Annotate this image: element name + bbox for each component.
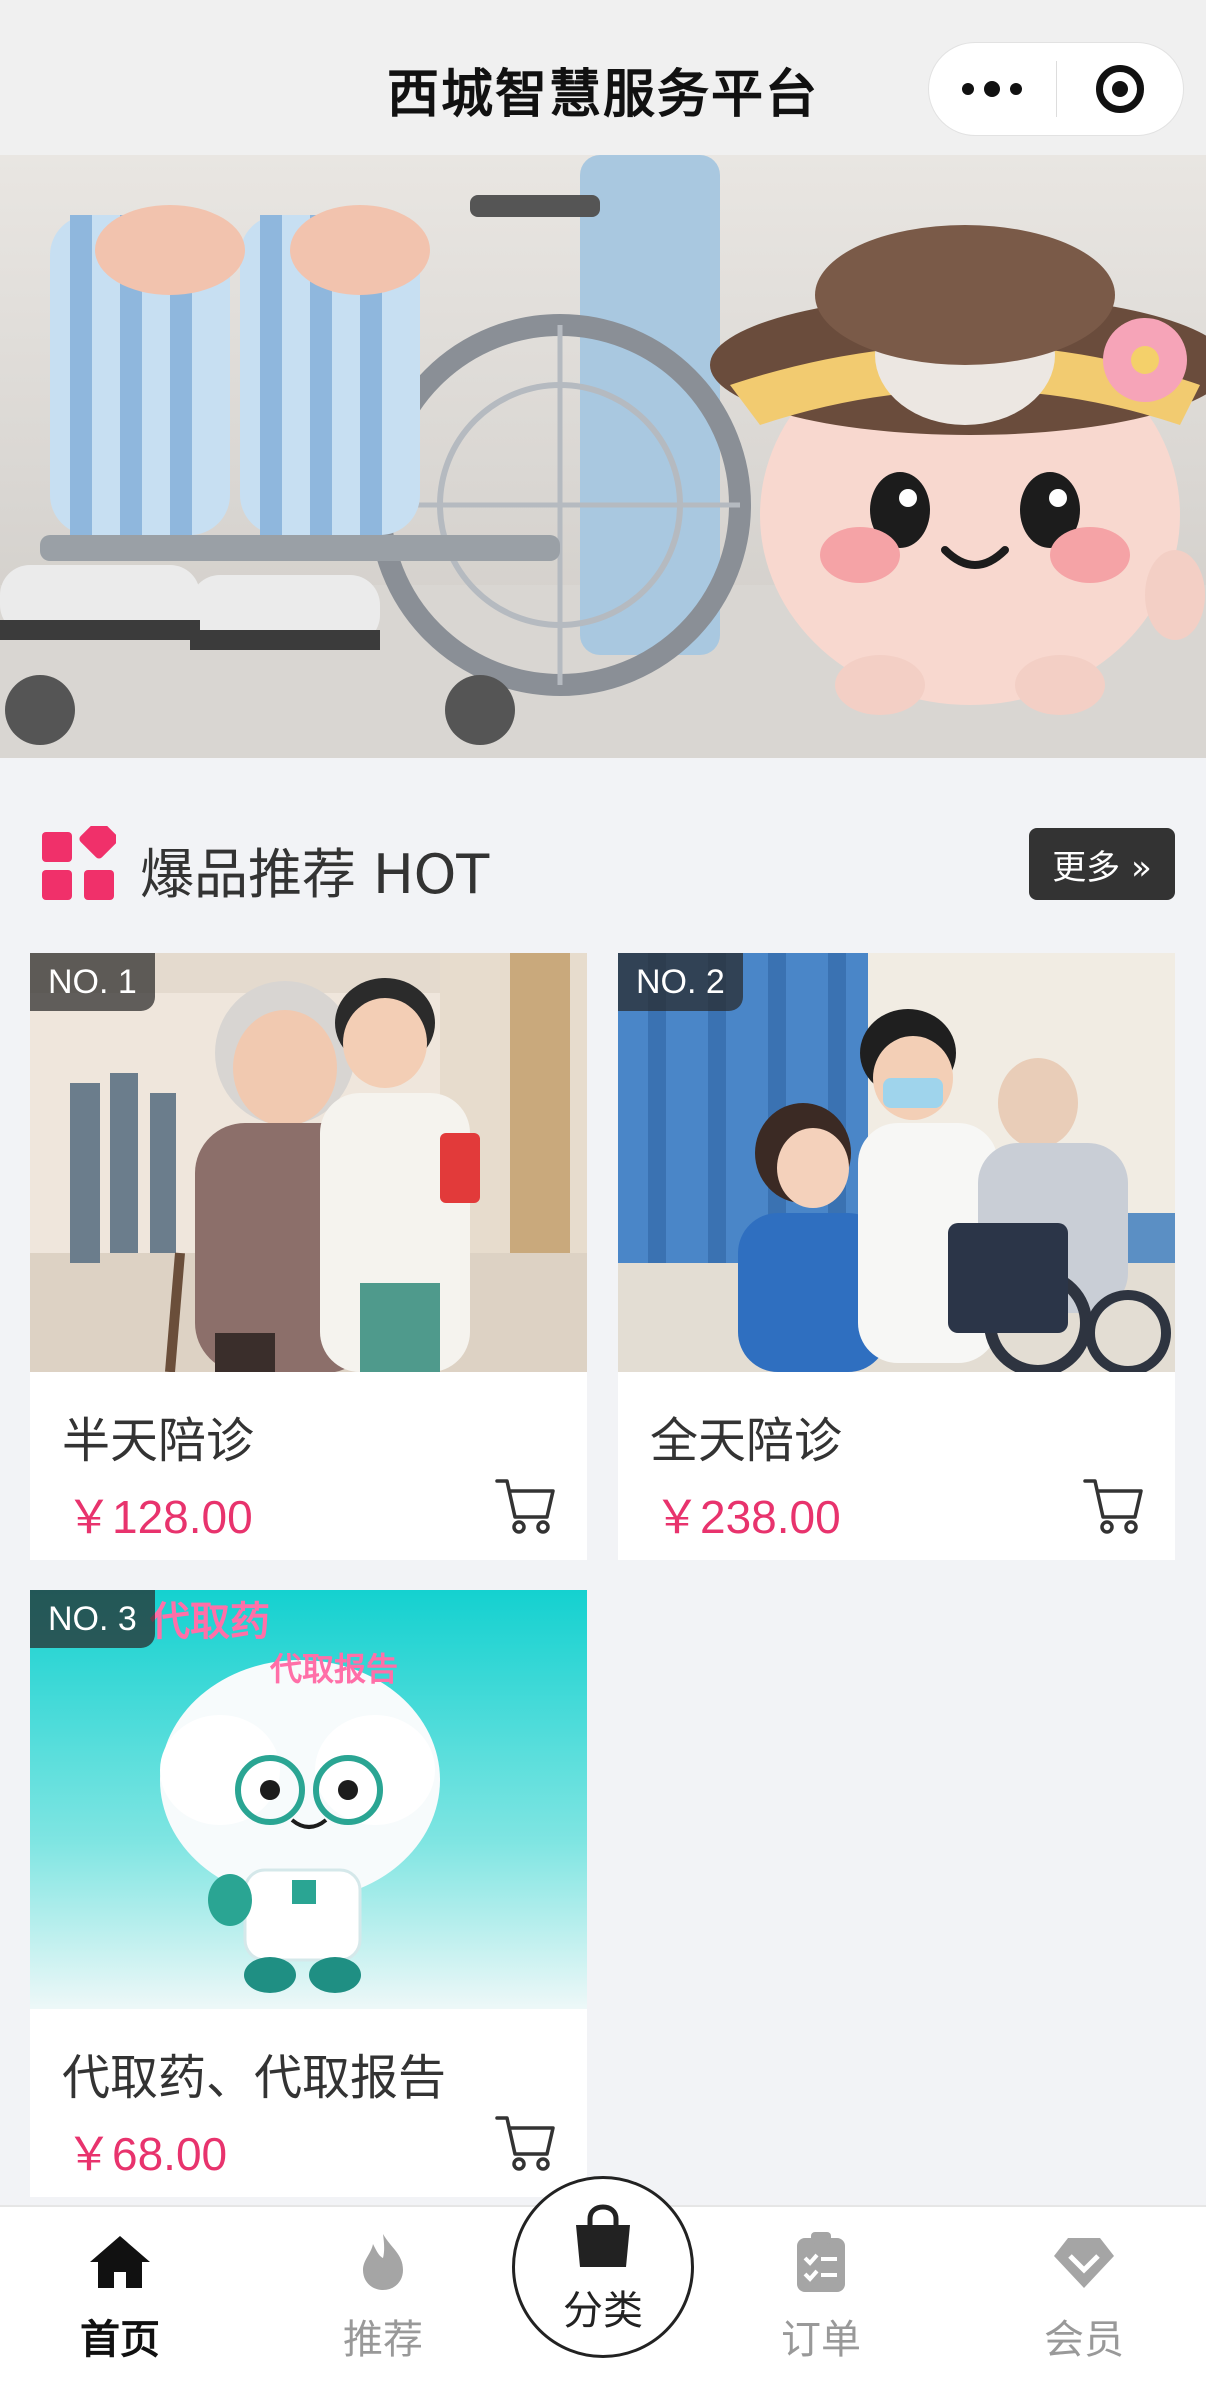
product-price: ￥128.00	[66, 1491, 253, 1543]
cart-icon[interactable]	[1081, 1473, 1147, 1539]
tab-label: 订单	[781, 2317, 861, 2363]
hero-banner[interactable]	[0, 155, 1206, 758]
home-icon	[90, 2236, 150, 2288]
image-text-1: 代取药	[149, 1599, 270, 1645]
product-price: ￥68.00	[66, 2128, 228, 2180]
product-card[interactable]: NO. 1 半天陪诊 ￥128.00	[30, 953, 587, 1560]
mini-program-capsule	[928, 42, 1184, 136]
tab-orders[interactable]: 订单	[731, 2230, 911, 2380]
banner-illustration	[0, 155, 1206, 758]
rank-badge: NO. 3	[30, 1590, 155, 1648]
tab-home[interactable]: 首页	[30, 2230, 210, 2380]
cart-icon[interactable]	[493, 2110, 559, 2176]
shopping-bag-icon	[576, 2204, 630, 2267]
more-button[interactable]: 更多 »	[1029, 828, 1175, 900]
diamond-member-icon	[1054, 2238, 1114, 2288]
product-image: 代取药 代取报告 NO. 3	[30, 1590, 587, 2009]
tab-label: 推荐	[343, 2317, 423, 2363]
product-name: 半天陪诊	[62, 1413, 255, 1469]
product-card[interactable]: NO. 2 全天陪诊 ￥238.00	[618, 953, 1175, 1560]
product-price: ￥238.00	[654, 1491, 841, 1543]
product-card[interactable]: 代取药 代取报告 NO. 3 代取药、代取报告 ￥68.00	[30, 1590, 587, 2197]
tab-recommend[interactable]: 推荐	[293, 2230, 473, 2380]
tab-label: 首页	[80, 2317, 160, 2363]
grid-category-icon	[42, 826, 116, 900]
flame-icon	[363, 2234, 403, 2290]
tab-label: 会员	[1044, 2317, 1124, 2363]
nav-header: 西城智慧服务平台	[0, 0, 1206, 155]
order-clipboard-icon	[797, 2232, 845, 2292]
page: 西城智慧服务平台 爆品推荐 HOT 更多 » NO. 1 半天陪诊 ￥128.0…	[0, 0, 1206, 2405]
tab-category[interactable]: 分类	[512, 2176, 694, 2358]
product-name: 全天陪诊	[650, 1413, 843, 1469]
rank-badge: NO. 1	[30, 953, 155, 1011]
tab-label: 分类	[563, 2288, 643, 2334]
rank-badge: NO. 2	[618, 953, 743, 1011]
image-text-2: 代取报告	[269, 1650, 398, 1688]
section-title: 爆品推荐 HOT	[140, 843, 490, 906]
product-image: NO. 2	[618, 953, 1175, 1372]
more-dots-icon[interactable]	[929, 43, 1056, 135]
product-image: NO. 1	[30, 953, 587, 1372]
cart-icon[interactable]	[493, 1473, 559, 1539]
product-name: 代取药、代取报告	[62, 2050, 447, 2106]
tab-member[interactable]: 会员	[994, 2230, 1174, 2380]
close-target-icon[interactable]	[1056, 43, 1183, 135]
